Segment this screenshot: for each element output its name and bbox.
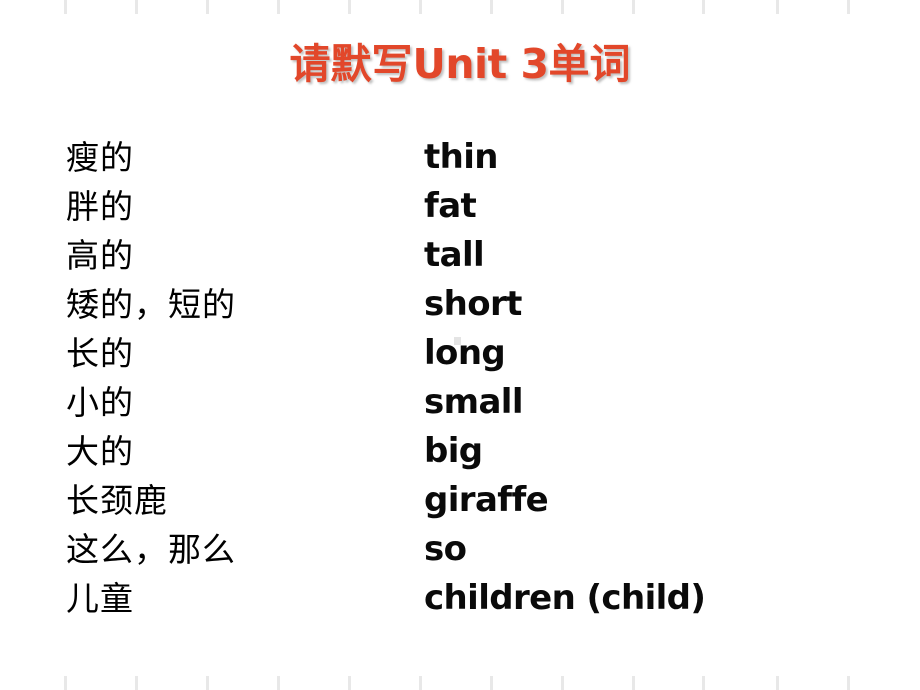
guide-tick: [419, 0, 422, 14]
chinese-term: 矮的，短的: [66, 285, 236, 324]
english-term: short: [424, 284, 522, 324]
english-term: tall: [424, 235, 485, 275]
english-term: fat: [424, 186, 477, 226]
top-guide-tick-rail: [0, 0, 920, 14]
vocabulary-row: 高的 tall: [0, 231, 920, 280]
guide-tick: [847, 0, 850, 14]
chinese-term: 小的: [66, 383, 134, 422]
guide-tick: [490, 676, 493, 690]
guide-tick: [206, 0, 209, 14]
vocabulary-row: 瘦的 thin: [0, 133, 920, 182]
guide-tick: [64, 0, 67, 14]
guide-tick: [776, 0, 779, 14]
title-unit-number: Unit 3: [412, 40, 549, 88]
english-term: thin: [424, 137, 499, 177]
guide-tick: [776, 676, 779, 690]
english-term: so: [424, 529, 467, 569]
guide-tick: [277, 676, 280, 690]
guide-tick: [561, 676, 564, 690]
english-term: small: [424, 382, 524, 422]
guide-tick: [348, 676, 351, 690]
guide-tick: [632, 676, 635, 690]
guide-tick: [847, 676, 850, 690]
vocabulary-list: 瘦的 thin 胖的 fat 高的 tall 矮的，短的 short 长的 long 小的 small…: [0, 133, 920, 623]
chinese-term: 这么，那么: [66, 530, 236, 569]
slide-title: 请默写Unit 3 单词: [0, 44, 920, 85]
chinese-term: 长颈鹿: [66, 481, 168, 520]
chinese-term: 瘦的: [66, 138, 134, 177]
guide-tick: [702, 676, 705, 690]
english-term: long: [424, 333, 506, 373]
guide-tick: [64, 676, 67, 690]
chinese-term: 高的: [66, 236, 134, 275]
gray-speck-artifact: [454, 337, 461, 345]
vocabulary-row: 儿童 children (child): [0, 574, 920, 623]
chinese-term: 长的: [66, 334, 134, 373]
vocabulary-row: 矮的，短的 short: [0, 280, 920, 329]
guide-tick: [632, 0, 635, 14]
guide-tick: [206, 676, 209, 690]
guide-tick: [277, 0, 280, 14]
bottom-guide-tick-rail: [0, 676, 920, 690]
vocabulary-row: 这么，那么 so: [0, 525, 920, 574]
english-term: big: [424, 431, 483, 471]
chinese-term: 胖的: [66, 187, 134, 226]
title-chinese-suffix: 单词: [548, 40, 631, 88]
guide-tick: [561, 0, 564, 14]
guide-tick: [419, 676, 422, 690]
vocabulary-row: 胖的 fat: [0, 182, 920, 231]
guide-tick: [135, 0, 138, 14]
title-chinese-prefix: 请默写: [289, 40, 413, 88]
guide-tick: [135, 676, 138, 690]
chinese-term: 儿童: [66, 579, 134, 618]
guide-tick: [348, 0, 351, 14]
vocabulary-row: 大的 big: [0, 427, 920, 476]
chinese-term: 大的: [66, 432, 134, 471]
guide-tick: [490, 0, 493, 14]
guide-tick: [702, 0, 705, 14]
presentation-slide: 请默写Unit 3 单词 瘦的 thin 胖的 fat 高的 tall 矮的，短的 short…: [0, 0, 920, 690]
vocabulary-row: 小的 small: [0, 378, 920, 427]
vocabulary-row: 长颈鹿 giraffe: [0, 476, 920, 525]
english-term: children (child): [424, 578, 706, 618]
english-term: giraffe: [424, 480, 549, 520]
